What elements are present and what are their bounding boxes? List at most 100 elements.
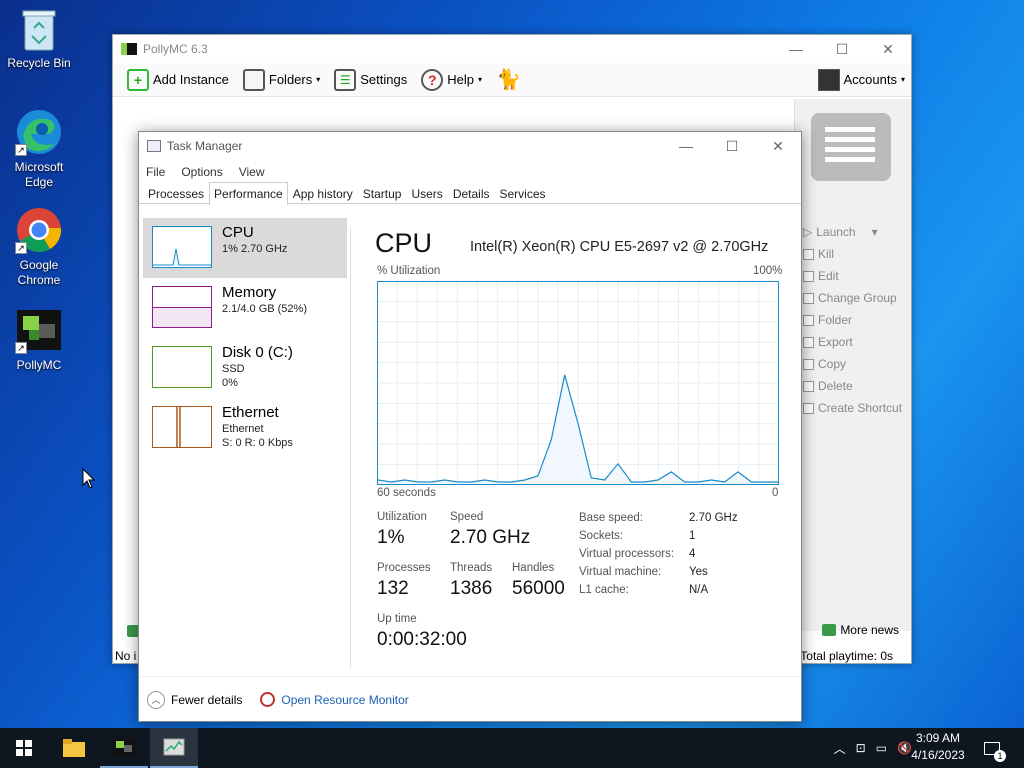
handles-value: 56000 — [512, 578, 565, 599]
pollymc-logo-icon: ↗ — [15, 306, 63, 354]
cpu-heading: CPU — [375, 228, 433, 258]
clock-date: 4/16/2023 — [911, 748, 965, 762]
max-axis-label: 100% — [753, 265, 783, 277]
edge-logo-icon: ↗ — [15, 108, 63, 156]
change-group-action[interactable]: Change Group — [795, 287, 911, 309]
taskbar-file-explorer[interactable] — [50, 728, 98, 768]
edge-icon[interactable]: ↗ Microsoft Edge — [1, 108, 77, 190]
menu-view[interactable]: View — [239, 165, 265, 179]
help-button[interactable]: ? Help ▾ — [421, 68, 482, 91]
chrome-icon[interactable]: ↗ Google Chrome — [1, 206, 77, 288]
cpu-model: Intel(R) Xeon(R) CPU E5-2697 v2 @ 2.70GH… — [470, 239, 769, 255]
menu-bar: File Options View — [139, 160, 801, 184]
cpu-specs: Base speed: 2.70 GHz Sockets: 1 Virtual pr… — [579, 509, 779, 599]
resource-memory[interactable]: Memory 2.1/4.0 GB (52%) — [143, 278, 347, 338]
status-left: No i — [115, 649, 137, 663]
footer: ︿ Fewer details Open Resource Monitor — [139, 676, 801, 722]
kill-action[interactable]: Kill — [795, 243, 911, 265]
close-button[interactable]: ✕ — [755, 132, 801, 160]
delete-action[interactable]: Delete — [795, 375, 911, 397]
add-instance-label: Add Instance — [153, 72, 229, 87]
network-icon[interactable]: ⊡ — [856, 741, 866, 755]
folders-label: Folders — [268, 72, 313, 87]
recycle-bin-icon[interactable]: Recycle Bin — [1, 8, 77, 71]
export-action[interactable]: Export — [795, 331, 911, 353]
resource-ethernet[interactable]: Ethernet Ethernet S: 0 R: 0 Kbps — [143, 398, 347, 458]
tab-processes[interactable]: Processes — [143, 182, 209, 204]
trash-icon — [20, 8, 58, 52]
tab-users[interactable]: Users — [406, 182, 447, 204]
spec-row: Virtual processors: 4 — [579, 545, 779, 563]
resource-cpu[interactable]: CPU 1% 2.70 GHz — [143, 218, 347, 278]
pollymc-app-icon — [121, 43, 137, 55]
resource-sub: 1% 2.70 GHz — [222, 243, 288, 255]
settings-button[interactable]: ☰ Settings — [334, 68, 407, 91]
folder-icon — [63, 739, 85, 757]
menu-options[interactable]: Options — [181, 165, 222, 179]
folder-action[interactable]: Folder — [795, 309, 911, 331]
pollymc-icon[interactable]: ↗ PollyMC — [1, 306, 77, 373]
tab-details[interactable]: Details — [448, 182, 495, 204]
window-title: PollyMC 6.3 — [143, 42, 208, 56]
open-resource-monitor-link[interactable]: Open Resource Monitor — [260, 692, 409, 707]
tab-app-history[interactable]: App history — [288, 182, 358, 204]
task-manager-icon — [147, 140, 161, 152]
group-icon — [803, 292, 814, 304]
min-axis-label: 0 — [772, 487, 779, 499]
taskbar-task-manager[interactable] — [150, 728, 198, 768]
plus-icon: + — [127, 68, 149, 91]
more-news-button[interactable]: More news — [822, 623, 899, 637]
processes-label: Processes — [377, 562, 431, 574]
maximize-button[interactable]: ☐ — [709, 132, 755, 160]
taskbar-pollymc[interactable] — [100, 728, 148, 768]
fewer-details-label: Fewer details — [171, 692, 243, 707]
chevron-up-icon[interactable]: ︿ — [834, 740, 846, 757]
maximize-button[interactable]: ☐ — [819, 35, 865, 63]
edit-action[interactable]: Edit — [795, 265, 911, 287]
threads-label: Threads — [450, 562, 493, 574]
resource-name: Memory — [222, 284, 277, 301]
add-instance-button[interactable]: + Add Instance — [127, 68, 229, 91]
spec-value: 2.70 GHz — [689, 512, 738, 524]
launch-action[interactable]: ▷ Launch ▾ — [795, 221, 911, 243]
spec-value: 4 — [689, 548, 696, 560]
account-avatar — [817, 68, 840, 91]
copy-action[interactable]: Copy — [795, 353, 911, 375]
resource-sub: 0% — [222, 377, 238, 389]
tab-performance[interactable]: Performance — [209, 182, 288, 205]
utilization-label: Utilization — [377, 511, 427, 523]
cat-button[interactable]: 🐈 — [496, 67, 521, 92]
folders-button[interactable]: Folders ▾ — [242, 68, 320, 91]
menu-file[interactable]: File — [146, 165, 165, 179]
resource-sub: SSD — [222, 363, 245, 375]
spec-key: L1 cache: — [579, 584, 629, 596]
minimize-button[interactable]: — — [663, 132, 709, 160]
chevron-down-icon: ▾ — [900, 75, 905, 84]
resource-sub: S: 0 R: 0 Kbps — [222, 437, 293, 449]
tab-services[interactable]: Services — [495, 182, 551, 204]
minimize-button[interactable]: — — [773, 35, 819, 63]
clock[interactable]: 3:09 AM 4/16/2023 — [900, 730, 976, 764]
memory-thumbnail — [152, 286, 212, 328]
create-shortcut-action[interactable]: Create Shortcut — [795, 397, 911, 419]
accounts-button[interactable]: Accounts ▾ — [817, 68, 905, 91]
close-button[interactable]: ✕ — [865, 35, 911, 63]
speed-label: Speed — [450, 511, 484, 523]
display-icon[interactable]: ▭ — [876, 741, 887, 755]
notification-center-button[interactable]: 1 — [980, 736, 1006, 762]
help-label: Help — [447, 72, 474, 87]
spec-key: Sockets: — [579, 530, 624, 542]
resource-name: CPU — [222, 224, 254, 241]
fewer-details-button[interactable]: ︿ Fewer details — [147, 690, 243, 709]
start-button[interactable] — [0, 728, 48, 768]
edit-icon — [803, 270, 814, 282]
total-playtime: Total playtime: 0s — [800, 649, 893, 663]
spec-row: Base speed: 2.70 GHz — [579, 509, 779, 527]
more-news-label: More news — [840, 623, 899, 637]
tab-startup[interactable]: Startup — [358, 182, 407, 204]
resource-sub: Ethernet — [222, 423, 264, 435]
taskbar: ︿ ⊡ ▭ 🔇 3:09 AM 4/16/2023 1 — [0, 728, 1024, 768]
play-icon: ▷ — [803, 225, 813, 239]
resource-disk[interactable]: Disk 0 (C:) SSD 0% — [143, 338, 347, 398]
cpu-utilization-chart — [377, 281, 779, 485]
